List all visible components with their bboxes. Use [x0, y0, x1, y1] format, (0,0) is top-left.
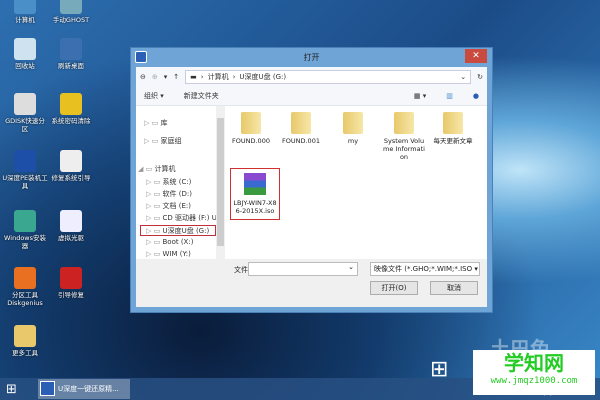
desktop-icon-image — [14, 0, 36, 14]
folder-icon — [394, 112, 414, 134]
open-button[interactable]: 打开(O) — [370, 281, 418, 295]
folder-icon — [291, 112, 311, 134]
address-bar: ⊖ ⊕ ▾ ↑ ▬ › 计算机 › U深度U盘 (G:) ⌄ ↻ — [136, 67, 487, 86]
drive-icon: ▭ — [153, 250, 161, 258]
drive-icon: ▭ — [151, 137, 159, 145]
view-icon[interactable]: ▦ ▾ — [414, 92, 426, 100]
refresh-icon[interactable]: ↻ — [477, 73, 483, 81]
desktop-icon-image — [14, 210, 36, 232]
folder-item[interactable]: FOUND.000 — [230, 112, 272, 145]
nav-item[interactable]: ▷ ▭ 系统 (C:) — [146, 177, 191, 188]
desktop-icon-image — [60, 267, 82, 289]
folder-icon — [343, 112, 363, 134]
breadcrumb-computer[interactable]: 计算机 — [208, 72, 229, 82]
desktop-icon-image — [60, 0, 82, 14]
folder-item[interactable]: 每天更新文章 — [432, 112, 474, 145]
drive-icon: ▭ — [153, 202, 161, 210]
nav-item[interactable]: ▷ ▭ 文档 (E:) — [146, 201, 191, 212]
iso-file[interactable]: LBJY-WIN7-X86-2015X.iso — [230, 168, 280, 220]
title-bar[interactable]: 打开 ✕ — [131, 48, 492, 67]
ghost-app-icon — [40, 381, 55, 396]
nav-item[interactable]: ▷ ▭ 软件 (D:) — [146, 189, 192, 200]
desktop-icon-image — [14, 38, 36, 60]
desktop-icon-image — [14, 325, 36, 347]
desktop-icon-image — [60, 150, 82, 172]
drive-icon: ▭ — [153, 214, 161, 222]
recent-dropdown-icon[interactable]: ▾ — [164, 73, 168, 81]
desktop-icon[interactable]: 更多工具 — [2, 325, 48, 357]
nav-scrollbar[interactable] — [216, 106, 225, 266]
desktop-icon-image — [14, 150, 36, 172]
drive-icon: ▭ — [153, 238, 161, 246]
app-icon — [135, 51, 147, 63]
address-input[interactable]: ▬ › 计算机 › U深度U盘 (G:) ⌄ — [185, 69, 472, 84]
watermark: 学知网 www.jmqz1000.com — [473, 350, 595, 395]
folder-icon — [443, 112, 463, 134]
windows-logo-icon: ⊞ — [430, 357, 449, 382]
nav-item[interactable]: ▷ ▭ 家庭组 — [144, 136, 181, 147]
desktop-icon[interactable]: 修复系统引导 — [48, 150, 94, 182]
drive-icon: ▭ — [145, 165, 153, 173]
desktop-icon-image — [60, 210, 82, 232]
nav-item[interactable]: ▷ ▭ 库 — [144, 118, 167, 129]
filename-input[interactable]: ⌄ — [248, 262, 358, 276]
nav-item[interactable]: ▷ ▭ CD 驱动器 (F:) U — [146, 213, 217, 224]
open-file-dialog: 打开 ✕ ⊖ ⊕ ▾ ↑ ▬ › 计算机 › U深度U盘 (G:) ⌄ ↻ 组织… — [130, 47, 493, 313]
folder-item[interactable]: FOUND.001 — [280, 112, 322, 145]
new-folder-button[interactable]: 新建文件夹 — [184, 91, 219, 101]
winrar-archive-icon — [244, 173, 266, 195]
chevron-down-icon[interactable]: ⌄ — [460, 73, 466, 81]
desktop-icon[interactable]: 计算机 — [2, 0, 48, 24]
desktop-icon-image — [14, 93, 36, 115]
breadcrumb-drive[interactable]: U深度U盘 (G:) — [239, 72, 286, 82]
drive-icon: ▭ — [151, 119, 159, 127]
folder-item[interactable]: my — [332, 112, 374, 145]
nav-item[interactable]: ▷ ▭ U深度U盘 (G:) — [140, 225, 216, 236]
desktop-icon[interactable]: 回收站 — [2, 38, 48, 70]
desktop-icon-image — [14, 267, 36, 289]
desktop-icon[interactable]: Windows安装器 — [2, 210, 48, 250]
start-button[interactable]: ⊞ — [6, 382, 17, 397]
desktop-icon[interactable]: GDISK快速分区 — [2, 93, 48, 133]
folder-icon — [241, 112, 261, 134]
back-icon[interactable]: ⊖ — [140, 73, 146, 81]
drive-icon: ▬ — [190, 72, 197, 81]
desktop-icon-image — [60, 93, 82, 115]
drive-icon: ▭ — [153, 190, 161, 198]
desktop-icon[interactable]: 手动GHOST — [48, 0, 94, 24]
desktop-icon[interactable]: 系统密码清除 — [48, 93, 94, 125]
dialog-title: 打开 — [303, 53, 320, 62]
help-icon[interactable]: ● — [473, 92, 479, 100]
cancel-button[interactable]: 取消 — [430, 281, 478, 295]
desktop-icon[interactable]: 刷新桌面 — [48, 38, 94, 70]
up-icon[interactable]: ↑ — [173, 73, 179, 81]
preview-pane-icon[interactable]: ▥ — [446, 92, 453, 100]
nav-item[interactable]: ▷ ▭ Boot (X:) — [146, 237, 193, 248]
nav-item[interactable]: ◢ ▭ 计算机 — [138, 164, 175, 175]
file-list: FOUND.000 FOUND.001 my System Volume Inform… — [228, 106, 487, 266]
desktop-icon[interactable]: U深度PE装机工具 — [2, 150, 48, 190]
organize-button[interactable]: 组织 ▾ — [144, 91, 164, 101]
drive-icon: ▭ — [153, 178, 161, 186]
forward-icon[interactable]: ⊕ — [152, 73, 158, 81]
desktop-icon-image — [60, 38, 82, 60]
desktop-icon[interactable]: 分区工具Diskgenius — [2, 267, 48, 307]
folder-item[interactable]: System Volume Information — [383, 112, 425, 161]
navigation-pane: ▷ ▭ 库 ▷ ▭ 家庭组 ◢ ▭ 计算机 ▷ ▭ 系统 (C:) ▷ ▭ 软件 (D:… — [136, 106, 224, 266]
filetype-select[interactable]: 映像文件 (*.GHO;*.WIM;*.ISO ▾ — [370, 262, 480, 276]
desktop-icon[interactable]: 引导修复 — [48, 267, 94, 299]
close-button[interactable]: ✕ — [465, 49, 487, 63]
desktop-icon[interactable]: 虚拟光驱 — [48, 210, 94, 242]
drive-icon: ▭ — [153, 227, 161, 235]
